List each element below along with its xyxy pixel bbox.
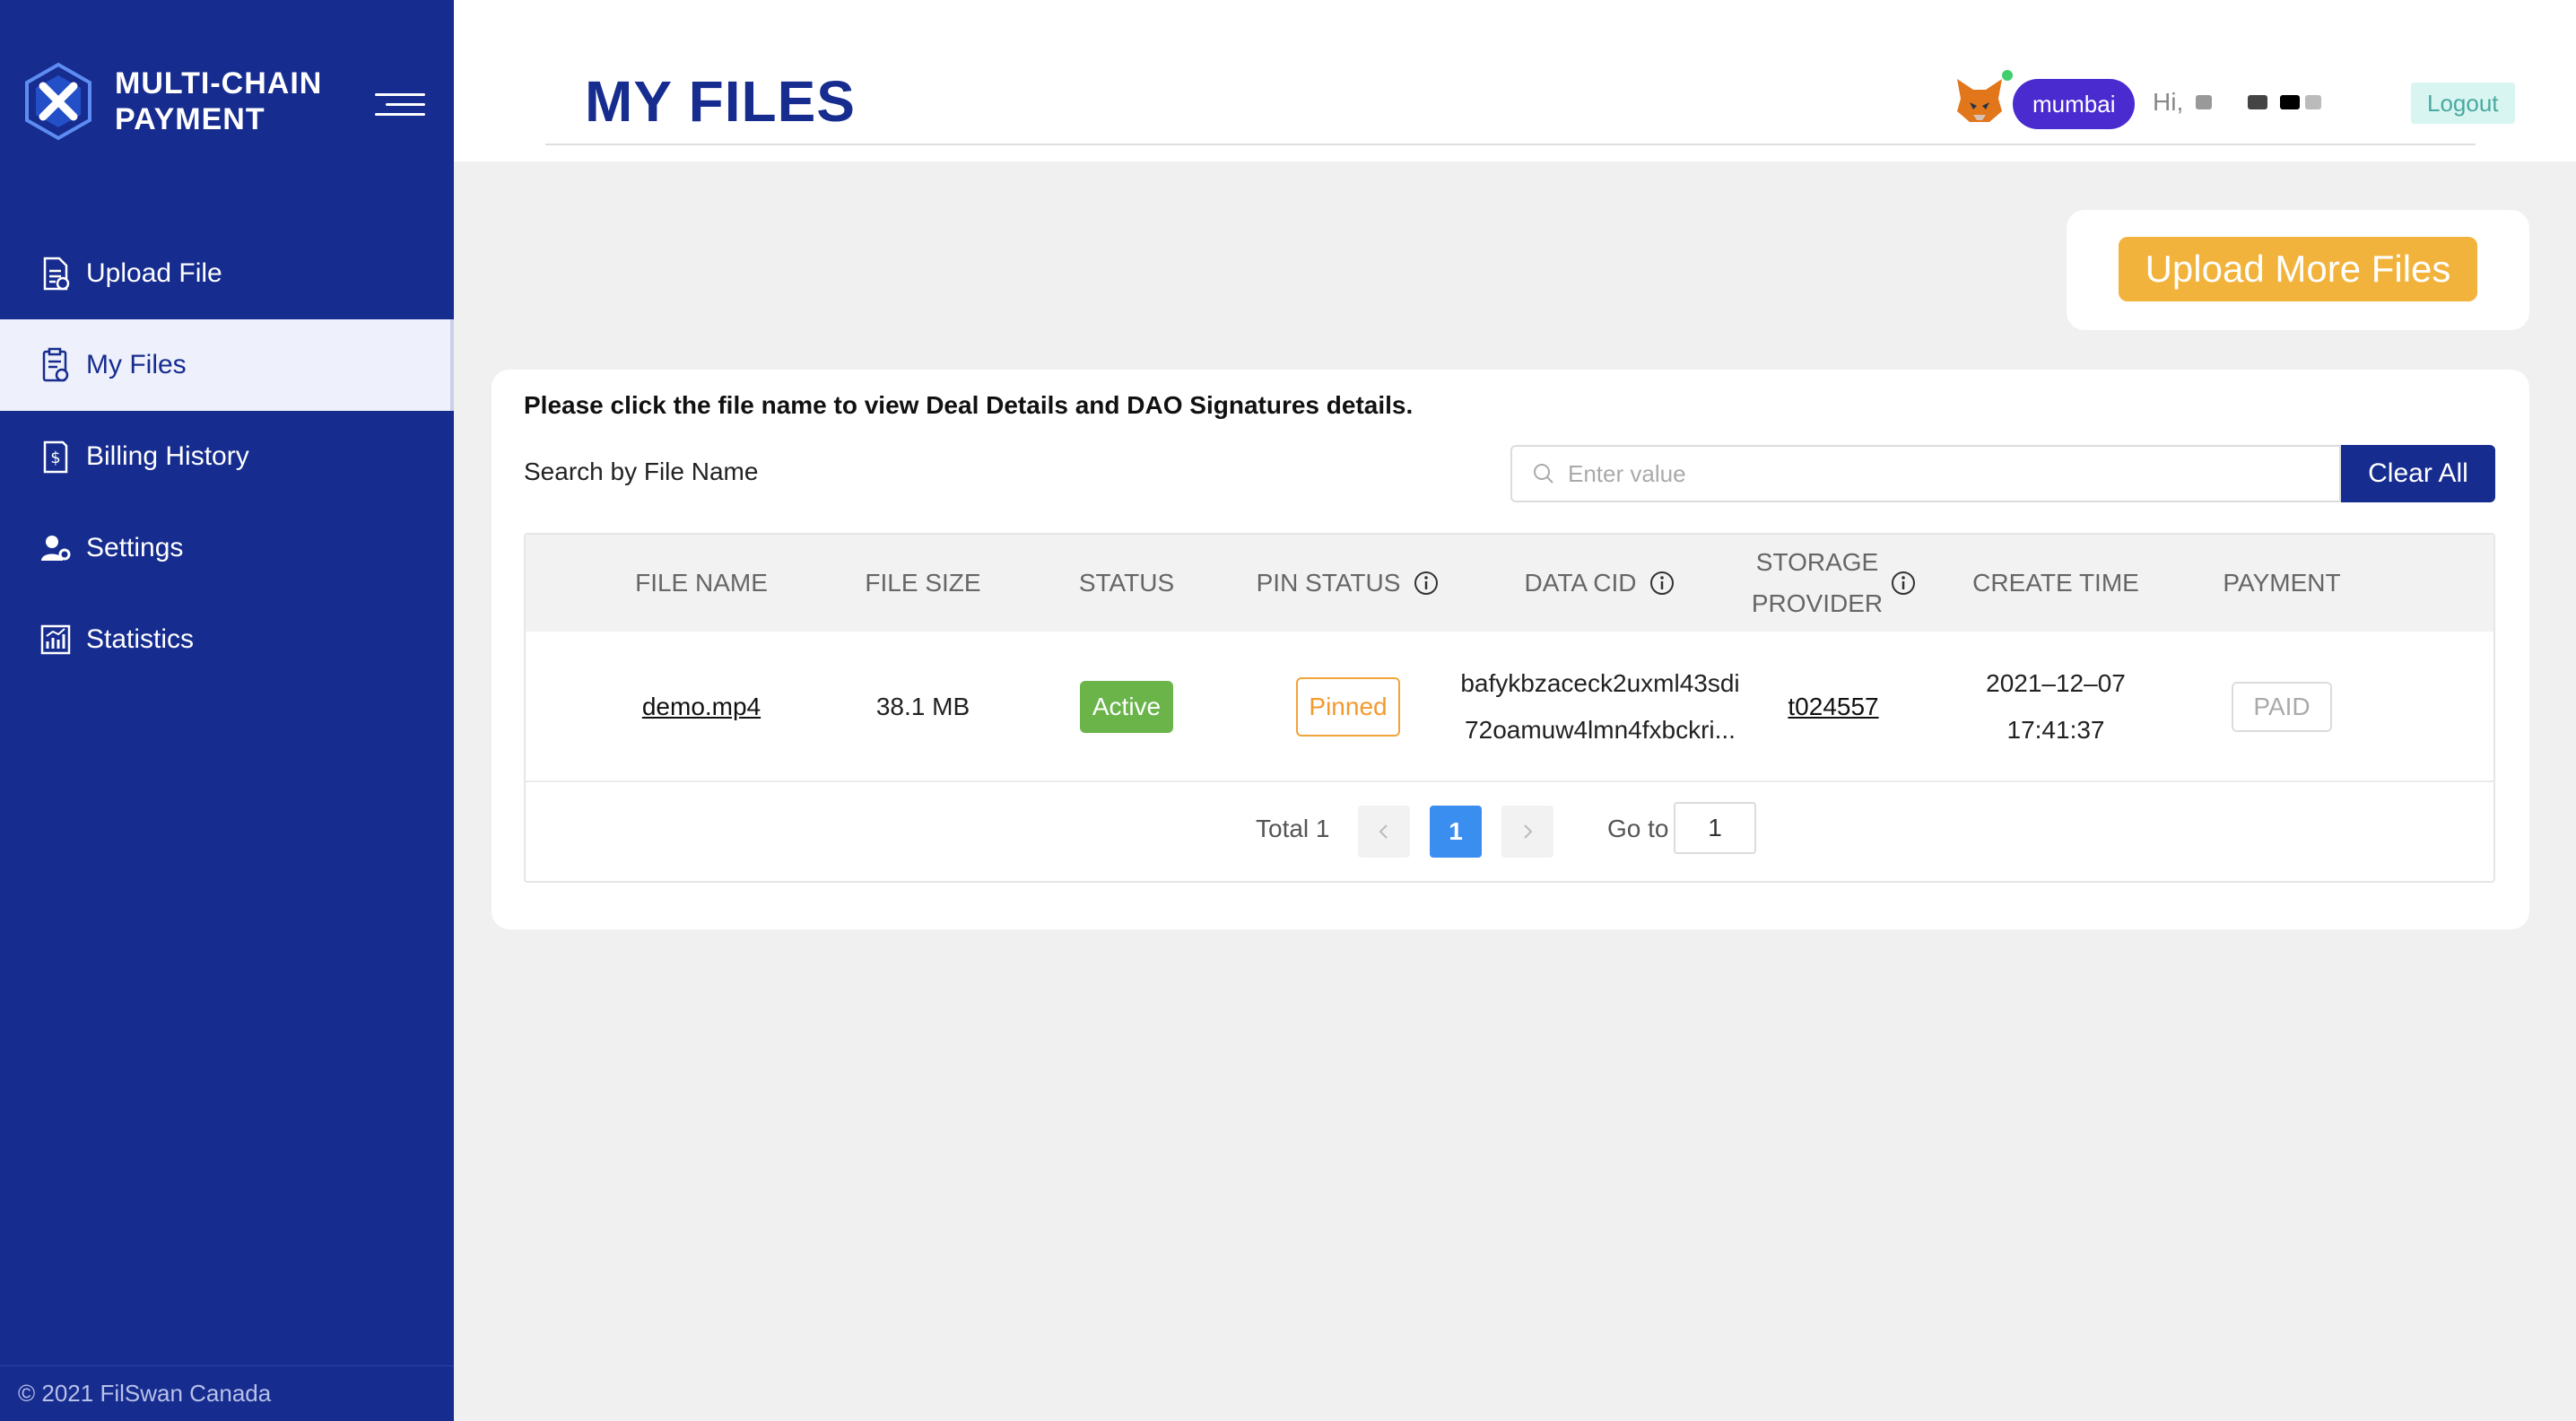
info-icon[interactable] — [1890, 570, 1917, 597]
goto-page-input[interactable]: 1 — [1674, 802, 1756, 854]
copyright-footer: © 2021 FilSwan Canada — [0, 1365, 454, 1421]
table-header: FILE NAME FILE SIZE STATUS PIN STATUS DA… — [526, 535, 2493, 632]
metamask-fox-icon[interactable] — [1954, 75, 2006, 126]
status-badge: Active — [1079, 681, 1174, 733]
instruction-text: Please click the file name to view Deal … — [524, 391, 1414, 419]
cell-data-cid[interactable]: bafykbzaceck2uxml43sdi 72oamuw4lmn4fxbck… — [1460, 632, 1739, 782]
cell-file-size: 38.1 MB — [875, 693, 970, 720]
files-table: FILE NAME FILE SIZE STATUS PIN STATUS DA… — [524, 533, 2495, 883]
info-icon[interactable] — [1413, 570, 1440, 597]
prev-page-button[interactable] — [1358, 806, 1410, 858]
chevron-left-icon — [1379, 824, 1388, 839]
cell-pin-status: Pinned — [1231, 632, 1466, 782]
cell-payment: PAID — [2180, 632, 2384, 782]
user-greeting: Hi, — [2153, 88, 2322, 117]
sidebar-item-label: Settings — [86, 533, 184, 562]
next-page-button[interactable] — [1501, 806, 1553, 858]
cell-storage-provider: t024557 — [1735, 632, 1932, 782]
search-label: Search by File Name — [524, 458, 759, 485]
paid-button[interactable]: PAID — [2232, 682, 2332, 732]
column-data-cid[interactable]: DATA CID — [1466, 535, 1735, 632]
column-file-name[interactable]: FILE NAME — [579, 535, 823, 632]
clear-all-button[interactable]: Clear All — [2341, 445, 2495, 502]
sidebar-item-label: Upload File — [86, 258, 222, 288]
sidebar-item-my-files[interactable]: My Files — [0, 319, 454, 411]
table-row: demo.mp4 38.1 MB Active Pinned bafykbzac… — [526, 632, 2493, 782]
settings-icon — [39, 530, 72, 566]
info-icon[interactable] — [1649, 570, 1675, 597]
menu-toggle-icon[interactable] — [375, 90, 425, 120]
sidebar-item-label: Billing History — [86, 441, 249, 471]
sidebar: MULTI-CHAIN PAYMENT Upload File My Files… — [0, 0, 454, 1421]
svg-text:$: $ — [50, 449, 60, 467]
sidebar-item-settings[interactable]: Settings — [0, 502, 454, 594]
pagination: Total 1 1 Go to 1 — [526, 782, 2493, 883]
redacted-address — [2305, 95, 2322, 109]
redacted-address — [2248, 95, 2268, 109]
network-badge[interactable]: mumbai — [2013, 79, 2136, 129]
redacted-address — [2196, 95, 2213, 109]
search-icon — [1534, 464, 1553, 484]
sidebar-item-label: My Files — [86, 350, 187, 379]
top-header: MY FILES mumbai Hi, Logout — [454, 0, 2576, 161]
pin-status-badge: Pinned — [1296, 677, 1400, 737]
upload-card: Upload More Files — [2067, 210, 2529, 330]
cell-status: Active — [1023, 632, 1231, 782]
connected-indicator — [2002, 70, 2013, 81]
app-name: MULTI-CHAIN PAYMENT — [115, 66, 323, 136]
page-number-button[interactable]: 1 — [1430, 806, 1482, 858]
redacted-address — [2280, 95, 2301, 109]
sidebar-item-statistics[interactable]: Statistics — [0, 594, 454, 685]
goto-label: Go to — [1607, 815, 1669, 842]
column-storage-provider[interactable]: STORAGE PROVIDER — [1735, 535, 1932, 632]
column-status[interactable]: STATUS — [1023, 535, 1231, 632]
search-input[interactable] — [1568, 459, 2285, 488]
sidebar-item-billing-history[interactable]: $ Billing History — [0, 411, 454, 502]
column-pin-status[interactable]: PIN STATUS — [1231, 535, 1466, 632]
total-count: Total 1 — [1256, 815, 1330, 842]
logo-icon — [25, 62, 91, 141]
column-payment[interactable]: PAYMENT — [2180, 535, 2384, 632]
statistics-icon — [39, 622, 72, 658]
app-logo[interactable]: MULTI-CHAIN PAYMENT — [23, 61, 322, 142]
sidebar-nav: Upload File My Files $ Billing History S… — [0, 228, 454, 685]
file-name-link[interactable]: demo.mp4 — [642, 684, 761, 730]
upload-file-icon — [39, 256, 72, 292]
upload-more-files-button[interactable]: Upload More Files — [2119, 237, 2477, 301]
my-files-icon — [39, 347, 72, 383]
billing-icon: $ — [39, 439, 72, 475]
files-card: Please click the file name to view Deal … — [492, 370, 2529, 929]
chevron-right-icon — [1524, 824, 1533, 839]
column-file-size[interactable]: FILE SIZE — [823, 535, 1023, 632]
sidebar-item-upload-file[interactable]: Upload File — [0, 228, 454, 319]
column-create-time[interactable]: CREATE TIME — [1932, 535, 2180, 632]
cell-file-name: demo.mp4 — [579, 632, 823, 782]
cell-create-time: 2021–12–07 17:41:37 — [1986, 669, 2126, 744]
logout-button[interactable]: Logout — [2411, 83, 2515, 124]
search-field[interactable] — [1510, 445, 2341, 502]
sidebar-item-label: Statistics — [86, 624, 195, 654]
page-title: MY FILES — [585, 69, 856, 134]
storage-provider-link[interactable]: t024557 — [1788, 684, 1878, 730]
